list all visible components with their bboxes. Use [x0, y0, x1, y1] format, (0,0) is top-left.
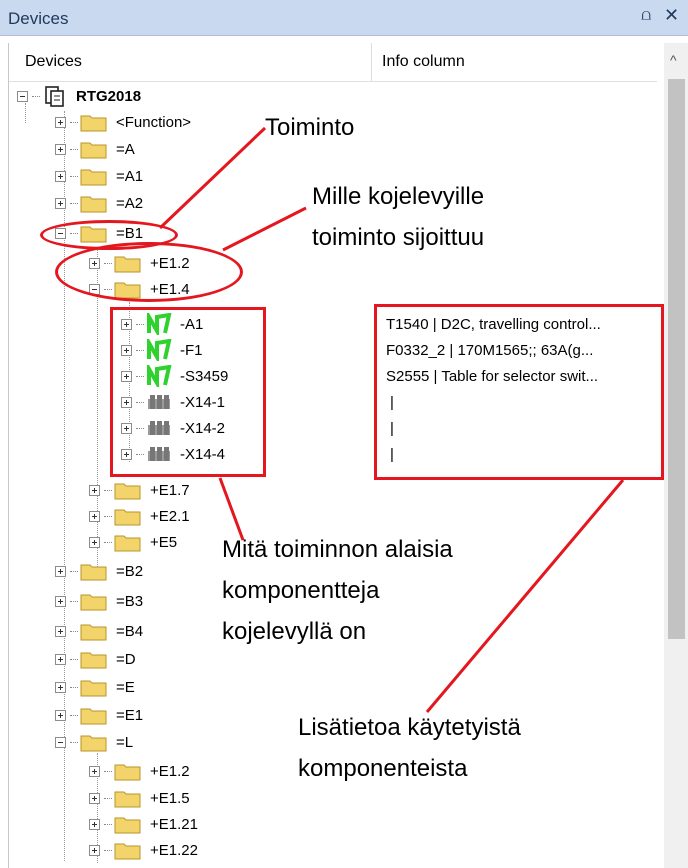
annotation-mille-line1: Mille kojelevyille: [312, 183, 485, 210]
annotation-arrow: [218, 477, 245, 541]
annotation-lisatietoa-line2: komponenteista: [298, 755, 468, 782]
annotation-arrow: [222, 206, 307, 252]
annotation-mita-line1: Mitä toiminnon alaisia: [222, 536, 453, 563]
annotation-mille-line2: toiminto sijoittuu: [312, 224, 485, 251]
annotation-lisatietoa-line1: Lisätietoa käytetyistä: [298, 714, 521, 741]
annotation-arrow: [158, 126, 267, 230]
annotation-toiminto: Toiminto: [265, 114, 355, 141]
annotation-mita-line3: kojelevyllä on: [222, 618, 367, 645]
annotation-mita-line2: komponentteja: [222, 577, 380, 604]
annotation-arrow: [425, 479, 625, 713]
